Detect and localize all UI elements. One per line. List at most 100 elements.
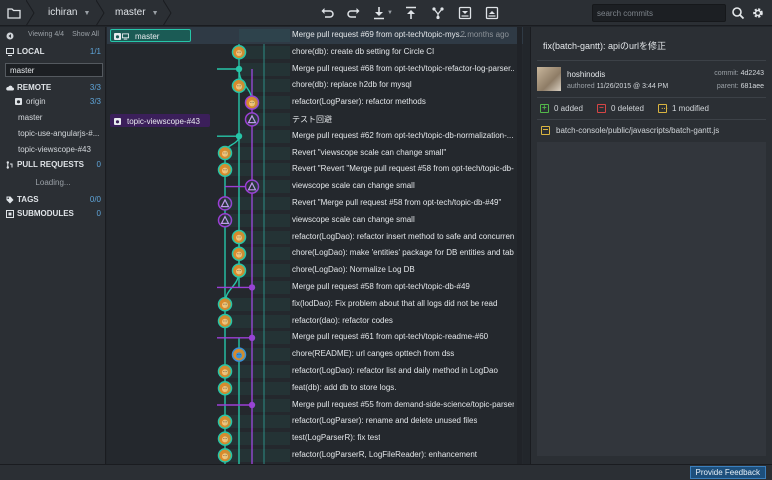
- row-highlight: [225, 163, 290, 177]
- commit-row[interactable]: Merge pull request #55 from demand-side-…: [107, 397, 523, 414]
- commit-row[interactable]: refactor(LogParser): refactor methods: [107, 94, 523, 111]
- stash-icon: [458, 6, 472, 20]
- row-highlight: [225, 381, 290, 395]
- commit-row[interactable]: viewscope scale can change small: [107, 212, 523, 229]
- redo-button[interactable]: [345, 4, 363, 22]
- commit-message: Revert "viewscope scale can change small…: [292, 147, 447, 157]
- divider: [537, 97, 766, 98]
- row-highlight: [252, 398, 290, 412]
- github-icon: [15, 98, 22, 105]
- row-highlight: [239, 45, 290, 59]
- undo-icon: [321, 8, 334, 18]
- commit-row[interactable]: Merge pull request #68 from opt-tech/top…: [107, 61, 523, 78]
- commit-row[interactable]: feat(db): add db to store logs.: [107, 380, 523, 397]
- search-icon: [732, 7, 745, 20]
- search-button[interactable]: [729, 4, 747, 22]
- branch-filter-input[interactable]: [5, 63, 103, 77]
- undo-button[interactable]: [318, 4, 336, 22]
- status-bar: Provide Feedback: [0, 464, 772, 480]
- parent-hash-row: parent: 681aee: [717, 83, 764, 90]
- commit-message: Merge pull request #58 from opt-tech/top…: [292, 282, 470, 291]
- branch-selector[interactable]: master ▼: [115, 0, 159, 26]
- commit-row[interactable]: Merge pull request #58 from opt-tech/top…: [107, 279, 523, 296]
- commit-row[interactable]: refactor(dao): refactor codes: [107, 313, 523, 330]
- row-highlight: [239, 230, 290, 244]
- commit-message: テスト回避: [292, 115, 332, 124]
- parent-hash-label: parent:: [716, 83, 739, 90]
- row-highlight: [225, 213, 290, 227]
- commit-title: fix(batch-gantt): apiのurlを修正: [543, 41, 667, 51]
- settings-button[interactable]: [749, 4, 767, 22]
- monitor-icon: [122, 33, 129, 40]
- tags-section-header[interactable]: TAGS 0/0: [0, 193, 106, 207]
- submodules-section-header[interactable]: SUBMODULES 0: [0, 207, 106, 221]
- authored-date: 11/26/2015 @ 3:44 PM: [596, 83, 669, 90]
- parent-hash[interactable]: 681aee: [741, 83, 764, 90]
- commit-row[interactable]: refactor(LogParserR, LogFileReader): enh…: [107, 447, 523, 464]
- chevron-down-icon: ▼: [83, 10, 91, 17]
- commit-row[interactable]: chore(db): create db setting for Circle …: [107, 44, 523, 61]
- commit-row[interactable]: Revert "Revert "Merge pull request #58 f…: [107, 161, 523, 178]
- row-highlight: [239, 247, 290, 261]
- commit-row[interactable]: Merge pull request #61 from opt-tech/top…: [107, 329, 523, 346]
- remote-section-header[interactable]: REMOTE 3/3: [0, 81, 106, 95]
- repo-selector[interactable]: ichiran ▼: [48, 0, 90, 26]
- pop-icon: [485, 6, 499, 20]
- viewing-count: Viewing 4/4: [28, 31, 65, 38]
- graph-scrollbar[interactable]: [517, 27, 522, 464]
- commit-row[interactable]: viewscope scale can change small: [107, 178, 523, 195]
- ref-tag-master[interactable]: master: [110, 29, 191, 42]
- pull-options-caret[interactable]: ▼: [386, 4, 394, 22]
- modified-icon: …: [658, 104, 668, 113]
- commit-message: Merge pull request #55 from demand-side-…: [292, 399, 514, 409]
- commit-message: refactor(LogDao): refactor insert method…: [292, 231, 514, 241]
- commit-row[interactable]: refactor(LogParser): rename and delete u…: [107, 413, 523, 430]
- remote-item-origin[interactable]: origin 3/3: [0, 95, 106, 109]
- commit-row[interactable]: chore(LogDao): Normalize Log DB: [107, 262, 523, 279]
- diff-area: [537, 142, 766, 456]
- commit-message: Revert "Revert "Merge pull request #58 f…: [292, 164, 514, 174]
- added-count: 0 added: [554, 104, 583, 113]
- show-all-link[interactable]: Show All: [72, 31, 99, 38]
- pull-requests-label: PULL REQUESTS: [17, 160, 84, 169]
- commit-row[interactable]: chore(db): replace h2db for mysql: [107, 77, 523, 94]
- ref-tag-topic-viewscope[interactable]: topic-viewscope-#43: [110, 114, 210, 127]
- local-section-header[interactable]: LOCAL 1/1: [0, 45, 106, 59]
- remote-branch-master[interactable]: master: [0, 111, 106, 125]
- commit-row[interactable]: test(LogParserR): fix test: [107, 430, 523, 447]
- pull-requests-section-header[interactable]: PULL REQUESTS 0: [0, 158, 106, 172]
- search-input[interactable]: [592, 4, 726, 22]
- pop-button[interactable]: [483, 4, 501, 22]
- push-button[interactable]: [402, 4, 420, 22]
- commit-message: Merge pull request #61 from opt-tech/top…: [292, 332, 489, 342]
- redo-icon: [347, 8, 360, 18]
- row-highlight: [225, 314, 290, 328]
- commit-row[interactable]: Revert "Merge pull request #58 from opt-…: [107, 195, 523, 212]
- folder-icon[interactable]: [6, 5, 22, 21]
- stash-button[interactable]: [456, 4, 474, 22]
- commit-row[interactable]: Merge pull request #62 from opt-tech/top…: [107, 128, 523, 145]
- remote-branch-topic-viewscope[interactable]: topic-viewscope-#43: [0, 143, 106, 157]
- back-arrow-icon[interactable]: [6, 32, 14, 40]
- submodule-icon: [6, 210, 14, 218]
- provide-feedback-button[interactable]: Provide Feedback: [689, 466, 766, 479]
- row-highlight: [225, 297, 290, 311]
- commit-message: fix(lodDao): Fix problem about that all …: [292, 298, 498, 308]
- pull-requests-count: 0: [96, 160, 101, 169]
- commit-row[interactable]: fix(lodDao): Fix problem about that all …: [107, 296, 523, 313]
- commit-row[interactable]: chore(LogDao): make 'entities' package f…: [107, 245, 523, 262]
- commit-row[interactable]: refactor(LogDao): refactor list and dail…: [107, 363, 523, 380]
- tags-label: TAGS: [17, 195, 39, 204]
- left-panel: Viewing 4/4 Show All LOCAL 1/1 REMOTE 3/…: [0, 27, 106, 464]
- row-highlight: [252, 96, 290, 110]
- commit-row[interactable]: chore(README): url canges opttech from d…: [107, 346, 523, 363]
- commit-hash[interactable]: 4d2243: [741, 70, 764, 77]
- row-highlight: [225, 432, 290, 446]
- commit-row[interactable]: refactor(LogDao): refactor insert method…: [107, 229, 523, 246]
- pull-icon: [374, 7, 384, 20]
- row-highlight: [225, 197, 290, 210]
- local-count: 1/1: [89, 47, 101, 56]
- branch-button[interactable]: [429, 4, 447, 22]
- commit-row[interactable]: Revert "viewscope scale can change small…: [107, 145, 523, 162]
- remote-branch-topic-use-angularjs[interactable]: topic-use-angularjs-#...: [0, 127, 106, 141]
